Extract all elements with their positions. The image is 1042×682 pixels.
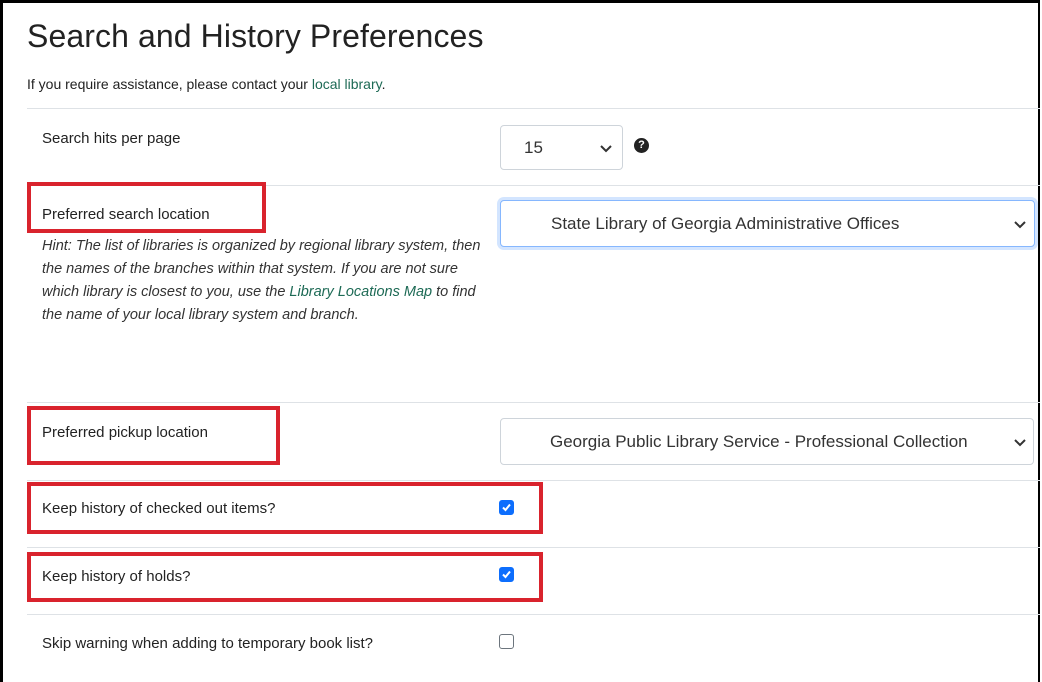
hits-per-page-select[interactable]: 15 [500, 125, 623, 170]
search-location-value: State Library of Georgia Administrative … [551, 213, 900, 233]
row-divider [27, 547, 1040, 548]
assistance-text: If you require assistance, please contac… [27, 76, 385, 92]
chevron-down-icon [1014, 220, 1026, 228]
row-divider [27, 108, 1040, 109]
chevron-down-icon [600, 144, 612, 152]
assistance-prefix: If you require assistance, please contac… [27, 76, 312, 92]
pickup-location-value: Georgia Public Library Service - Profess… [550, 431, 968, 451]
local-library-link[interactable]: local library [312, 76, 382, 92]
row-divider [27, 480, 1040, 481]
search-location-hint: Hint: The list of libraries is organized… [42, 235, 482, 327]
pickup-location-select[interactable]: Georgia Public Library Service - Profess… [500, 418, 1034, 465]
question-circle-icon[interactable]: ? [634, 138, 649, 153]
hits-per-page-value: 15 [524, 137, 543, 157]
highlight-box [27, 406, 280, 465]
page-title: Search and History Preferences [27, 18, 484, 54]
highlight-box [27, 552, 543, 602]
highlight-box [27, 482, 543, 534]
hits-per-page-label: Search hits per page [42, 130, 181, 147]
highlight-box [27, 182, 266, 233]
chevron-down-icon [1014, 438, 1026, 446]
library-locations-map-link[interactable]: Library Locations Map [289, 284, 432, 300]
skip-warning-checkbox[interactable] [499, 634, 514, 649]
skip-warning-label: Skip warning when adding to temporary bo… [42, 635, 374, 652]
assistance-suffix: . [381, 76, 386, 92]
row-divider [27, 402, 1040, 403]
row-divider [27, 614, 1040, 615]
search-location-select[interactable]: State Library of Georgia Administrative … [500, 200, 1035, 247]
